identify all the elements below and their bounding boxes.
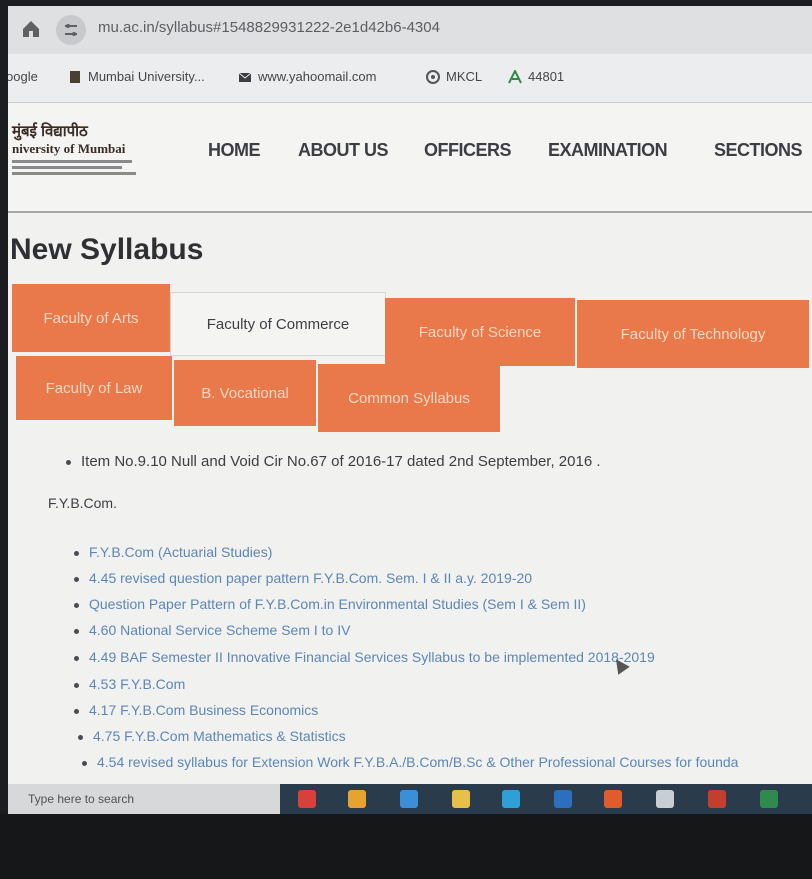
syllabus-item[interactable]: Question Paper Pattern of F.Y.B.Com.in E… [74, 596, 586, 612]
tab-faculty-of-science[interactable]: Faculty of Science [385, 298, 575, 366]
tab-faculty-of-law[interactable]: Faculty of Law [16, 356, 172, 420]
syllabus-item[interactable]: 4.60 National Service Scheme Sem I to IV [74, 622, 350, 638]
excel-icon[interactable] [760, 790, 778, 808]
bullet [78, 734, 83, 740]
bookmark-label: www.yahoomail.com [258, 69, 377, 84]
nav-home[interactable]: HOME [208, 140, 261, 161]
syllabus-link[interactable]: F.Y.B.Com (Actuarial Studies) [89, 544, 272, 560]
syllabus-item[interactable]: 4.75 F.Y.B.Com Mathematics & Statistics [78, 728, 346, 744]
bookmark-mumbai-university[interactable]: Mumbai University... [68, 69, 205, 84]
site-info-icon[interactable] [56, 15, 86, 45]
university-icon [70, 70, 80, 83]
edge-icon[interactable] [400, 790, 418, 808]
syllabus-link[interactable]: 4.75 F.Y.B.Com Mathematics & Statistics [93, 728, 346, 744]
app-icon[interactable] [554, 790, 572, 808]
syllabus-item[interactable]: 4.54 revised syllabus for Extension Work… [82, 754, 738, 770]
logo-english-text: niversity of Mumbai [12, 141, 126, 156]
bullet [74, 550, 79, 556]
bookmark-label: oogle [8, 69, 38, 84]
bookmark-yahoomail[interactable]: www.yahoomail.com [238, 69, 377, 84]
bullet [82, 760, 87, 766]
syllabus-item[interactable]: 4.45 revised question paper pattern F.Y.… [74, 570, 532, 586]
syllabus-link[interactable]: 4.53 F.Y.B.Com [89, 676, 185, 692]
tab-faculty-of-commerce[interactable]: Faculty of Commerce [170, 292, 386, 356]
home-icon[interactable] [20, 18, 42, 40]
bullet [74, 628, 79, 634]
nav-sections[interactable]: SECTIONS [714, 140, 803, 161]
app-icon[interactable] [656, 790, 674, 808]
bullet [66, 459, 71, 465]
bullet [74, 682, 79, 688]
syllabus-link[interactable]: 4.45 revised question paper pattern F.Y.… [89, 570, 532, 586]
mail-icon [238, 72, 252, 82]
syllabus-link[interactable]: 4.17 F.Y.B.Com Business Economics [89, 702, 318, 718]
university-logo[interactable]: मुंबई विद्यापीठ niversity of Mumbai [12, 121, 152, 175]
logo-devanagari-text: मुंबई विद्यापीठ [12, 123, 88, 140]
firefox-icon[interactable] [604, 790, 622, 808]
notice-item[interactable]: Item No.9.10 Null and Void Cir No.67 of … [66, 453, 601, 470]
url-field[interactable]: mu.ac.in/syllabus#1548829931222-2e1d42b6… [98, 19, 440, 36]
taskbar-search-placeholder: Type here to search [28, 792, 135, 806]
nav-about-us[interactable]: ABOUT US [298, 140, 389, 161]
syllabus-link[interactable]: 4.49 BAF Semester II Innovative Financia… [89, 649, 655, 665]
store-icon[interactable] [502, 790, 520, 808]
bullet [74, 708, 79, 714]
syllabus-link[interactable]: 4.54 revised syllabus for Extension Work… [97, 754, 738, 770]
logo-fine-print [12, 166, 122, 169]
syllabus-item[interactable]: 4.17 F.Y.B.Com Business Economics [74, 702, 318, 718]
bookmark-label: 44801 [528, 69, 565, 84]
bookmark-label: Mumbai University... [88, 69, 205, 84]
bookmark-mkcl[interactable]: MKCL [426, 69, 482, 84]
address-bar-row: mu.ac.in/syllabus#1548829931222-2e1d42b6… [8, 6, 812, 54]
nav-examination[interactable]: EXAMINATION [548, 140, 668, 161]
syllabus-item[interactable]: 4.49 BAF Semester II Innovative Financia… [74, 649, 655, 665]
bookmark-44801[interactable]: 44801 [508, 69, 564, 84]
powerpoint-icon[interactable] [708, 790, 726, 808]
syllabus-item[interactable]: 4.53 F.Y.B.Com [74, 676, 185, 692]
app-icon[interactable] [348, 790, 366, 808]
tab-faculty-of-arts[interactable]: Faculty of Arts [12, 284, 170, 352]
bookmark-label: MKCL [446, 69, 483, 84]
bullet [74, 655, 79, 661]
app-icon[interactable] [298, 790, 316, 808]
monitor-bezel [0, 814, 812, 879]
syllabus-link[interactable]: 4.60 National Service Scheme Sem I to IV [89, 622, 350, 638]
notice-text: Item No.9.10 Null and Void Cir No.67 of … [81, 453, 601, 470]
logo-fine-print [12, 172, 136, 175]
bookmark-google[interactable]: oogle [8, 69, 38, 84]
tab-b-vocational[interactable]: B. Vocational [174, 360, 316, 426]
page-title: New Syllabus [10, 233, 204, 266]
taskbar-search-box[interactable]: Type here to search [8, 784, 280, 814]
bullet [74, 576, 79, 582]
tab-faculty-of-technology[interactable]: Faculty of Technology [577, 300, 809, 368]
bullet [74, 602, 79, 608]
mkcl-icon [426, 69, 440, 84]
tab-common-syllabus[interactable]: Common Syllabus [318, 364, 500, 432]
site-header: मुंबई विद्यापीठ niversity of Mumbai HOME… [8, 103, 812, 213]
bookmarks-bar: oogle Mumbai University... www.yahoomail… [8, 54, 812, 103]
file-explorer-icon[interactable] [452, 790, 470, 808]
logo-fine-print [12, 160, 132, 163]
a-icon [508, 69, 522, 83]
monitor-screen: mu.ac.in/syllabus#1548829931222-2e1d42b6… [8, 6, 812, 814]
syllabus-item[interactable]: F.Y.B.Com (Actuarial Studies) [74, 544, 272, 560]
taskbar: Type here to search [8, 784, 812, 814]
nav-officers[interactable]: OFFICERS [424, 140, 512, 161]
section-label: F.Y.B.Com. [48, 495, 117, 511]
syllabus-link[interactable]: Question Paper Pattern of F.Y.B.Com.in E… [89, 596, 586, 612]
